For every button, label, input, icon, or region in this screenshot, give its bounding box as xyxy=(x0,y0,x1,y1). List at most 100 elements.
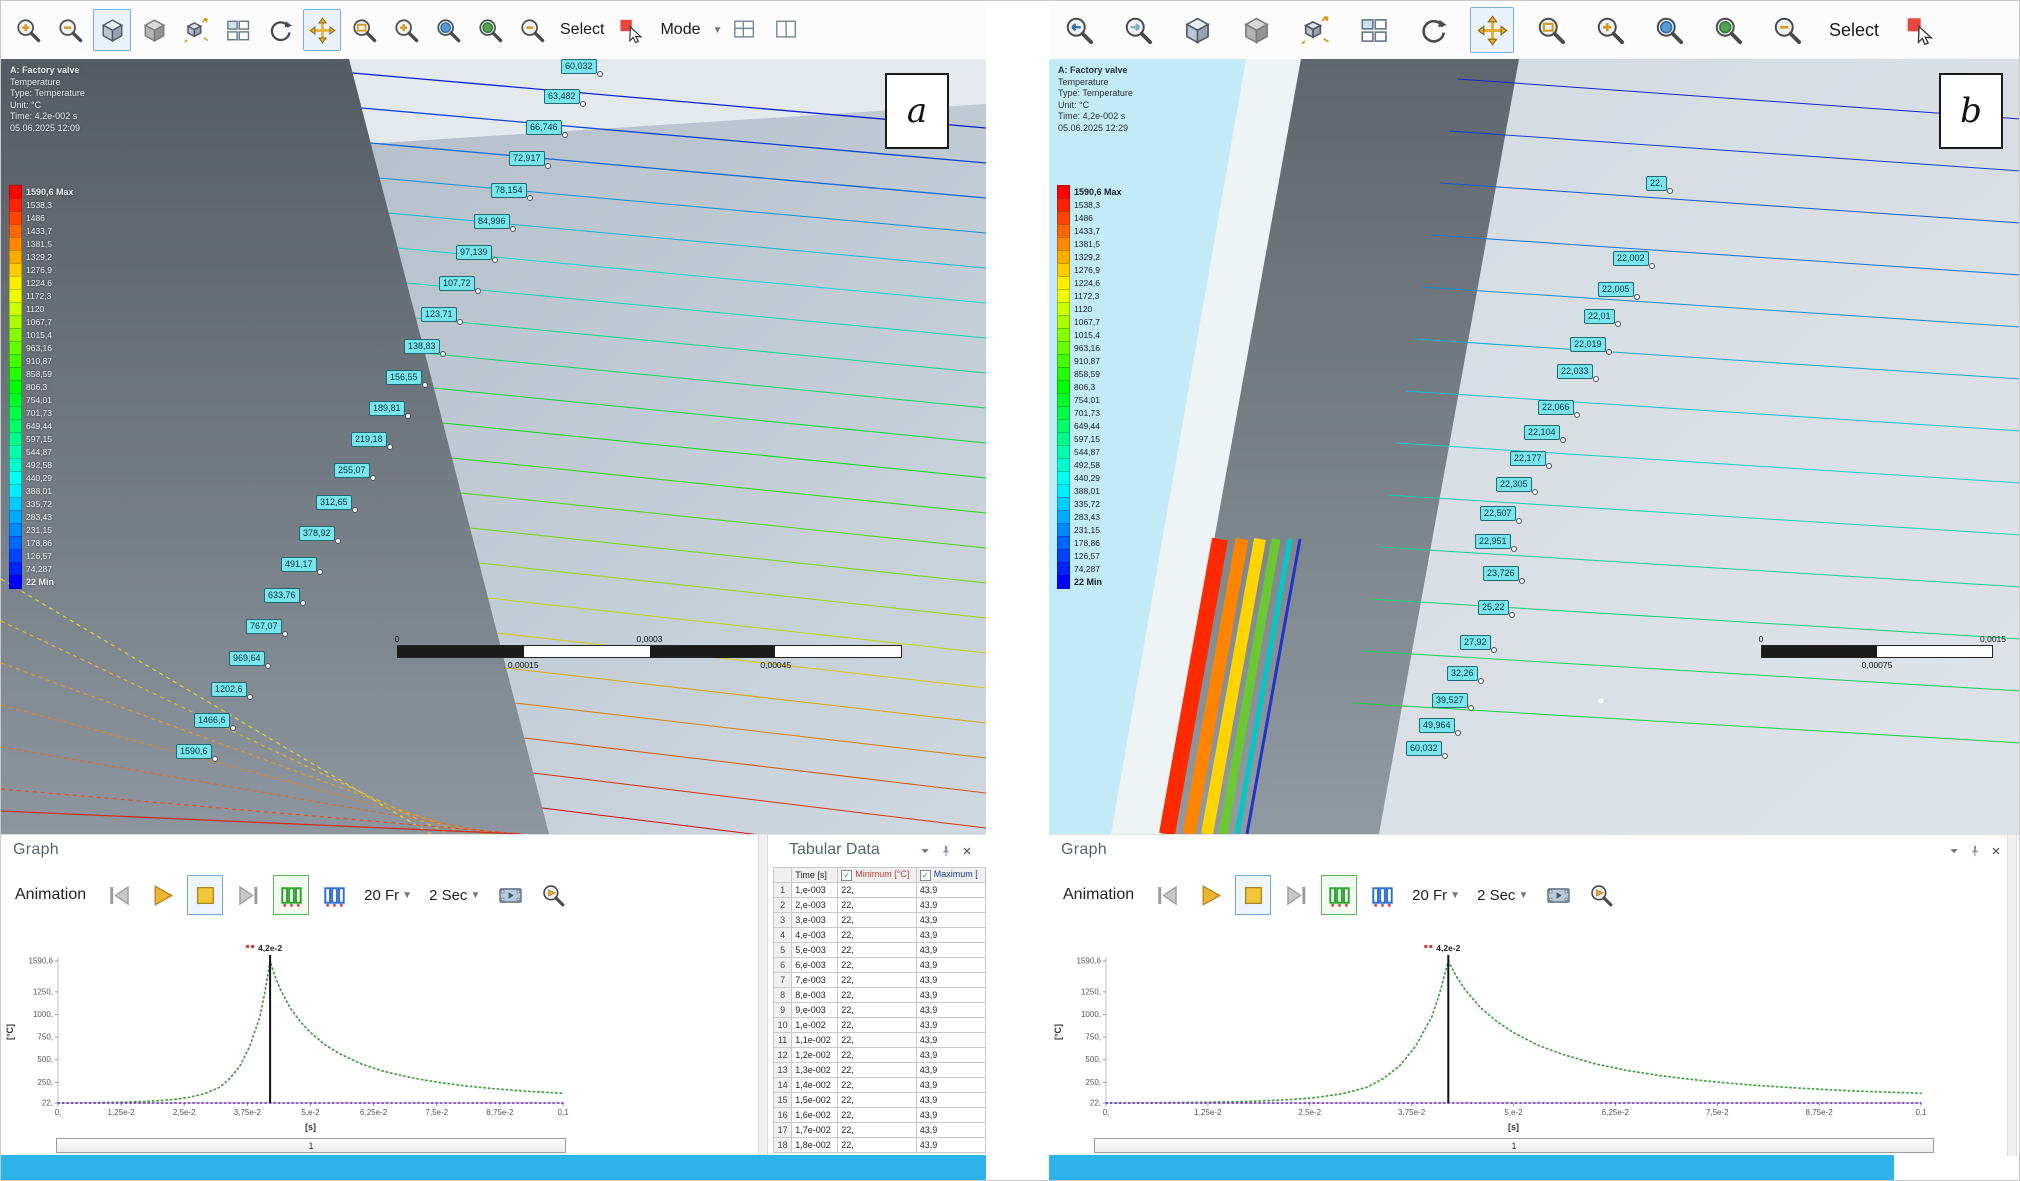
column-header[interactable]: Time [s] xyxy=(792,868,838,883)
table-row[interactable]: 121,2e-00222,43,9 xyxy=(774,1048,986,1063)
zoom-out-alt-icon[interactable] xyxy=(513,9,551,51)
table-row[interactable]: 111,1e-00222,43,9 xyxy=(774,1033,986,1048)
temperature-probe-label[interactable]: 84,996 xyxy=(474,214,510,229)
explode-view-icon[interactable] xyxy=(177,9,215,51)
temperature-probe-label[interactable]: 25,22 xyxy=(1478,600,1509,615)
temperature-probe-label[interactable]: 97,139 xyxy=(456,245,492,260)
temperature-probe-label[interactable]: 22,033 xyxy=(1557,364,1593,379)
temperature-probe-label[interactable]: 378,92 xyxy=(299,526,335,541)
temperature-probe-label[interactable]: 219,18 xyxy=(351,432,387,447)
viewports-grid-icon[interactable] xyxy=(219,9,257,51)
zoom-graph-icon[interactable] xyxy=(535,875,571,915)
zoom-undo-icon[interactable] xyxy=(1057,7,1101,53)
time-steps-icon[interactable] xyxy=(316,875,352,915)
iso-view-icon[interactable] xyxy=(1175,7,1219,53)
temperature-probe-label[interactable]: 22,951 xyxy=(1475,534,1511,549)
explode-view-icon[interactable] xyxy=(1293,7,1337,53)
close-icon[interactable] xyxy=(960,844,974,858)
zoom-out-alt-icon[interactable] xyxy=(1765,7,1809,53)
temperature-probe-label[interactable]: 123,71 xyxy=(421,307,457,322)
temperature-probe-label[interactable]: 72,917 xyxy=(509,151,545,166)
temperature-probe-label[interactable]: 66,746 xyxy=(526,120,562,135)
temperature-probe-label[interactable]: 23,726 xyxy=(1483,566,1519,581)
table-row[interactable]: 151,5e-00222,43,9 xyxy=(774,1093,986,1108)
export-video-icon[interactable] xyxy=(492,875,528,915)
temperature-probe-label[interactable]: 969,64 xyxy=(229,651,265,666)
pan-icon[interactable] xyxy=(1470,7,1514,53)
temperature-probe-label[interactable]: 491,17 xyxy=(281,557,317,572)
chevron-down-icon[interactable] xyxy=(918,844,932,858)
last-frame-icon[interactable] xyxy=(1278,875,1314,915)
table-row[interactable]: 44,e-00322,43,9 xyxy=(774,928,986,943)
stop-icon[interactable] xyxy=(187,875,223,915)
temperature-probe-label[interactable]: 22,177 xyxy=(1510,451,1546,466)
column-header[interactable]: ✓Minimum [°C] xyxy=(838,868,916,883)
3d-model-render-a[interactable] xyxy=(1,59,986,834)
column-checkbox[interactable]: ✓ xyxy=(920,870,931,881)
viewport-a[interactable]: A: Factory valveTemperatureType: Tempera… xyxy=(1,59,986,834)
table-row[interactable]: 131,3e-00222,43,9 xyxy=(774,1063,986,1078)
3d-model-render-b[interactable] xyxy=(1049,59,2020,834)
zoom-in-icon[interactable] xyxy=(9,9,47,51)
temperature-probe-label[interactable]: 138,83 xyxy=(404,339,440,354)
table-row[interactable]: 11,e-00322,43,9 xyxy=(774,883,986,898)
temperature-probe-label[interactable]: 22,066 xyxy=(1538,400,1574,415)
temperature-probe-label[interactable]: 60,032 xyxy=(561,59,597,74)
temperature-probe-label[interactable]: 27,92 xyxy=(1460,635,1491,650)
temperature-probe-label[interactable]: 189,81 xyxy=(369,401,405,416)
result-set-bar[interactable]: 1 xyxy=(56,1138,566,1153)
zoom-globe-icon[interactable] xyxy=(1706,7,1750,53)
column-header[interactable]: ✓Maximum [ xyxy=(916,868,985,883)
shaded-view-icon[interactable] xyxy=(135,9,173,51)
export-video-icon[interactable] xyxy=(1540,875,1576,915)
first-frame-icon[interactable] xyxy=(101,875,137,915)
zoom-in-alt-icon[interactable] xyxy=(387,9,425,51)
temperature-probe-label[interactable]: 633,76 xyxy=(264,588,300,603)
rotate-icon[interactable] xyxy=(261,9,299,51)
zoom-box-icon[interactable] xyxy=(1529,7,1573,53)
frames-dropdown[interactable]: 20 Fr▼ xyxy=(1412,887,1460,904)
stop-icon[interactable] xyxy=(1235,875,1271,915)
table-row[interactable]: 171,7e-00222,43,9 xyxy=(774,1123,986,1138)
frames-dropdown[interactable]: 20 Fr▼ xyxy=(364,887,412,904)
rotate-icon[interactable] xyxy=(1411,7,1455,53)
play-icon[interactable] xyxy=(1192,875,1228,915)
table-row[interactable]: 141,4e-00222,43,9 xyxy=(774,1078,986,1093)
pin-icon[interactable] xyxy=(1968,844,1982,858)
table-row[interactable]: 77,e-00322,43,9 xyxy=(774,973,986,988)
table-row[interactable]: 22,e-00322,43,9 xyxy=(774,898,986,913)
dropdown-caret-icon[interactable]: ▼ xyxy=(713,25,723,36)
pane-splitter[interactable] xyxy=(2007,835,2017,1156)
temperature-probe-label[interactable]: 49,964 xyxy=(1419,718,1455,733)
pan-icon[interactable] xyxy=(303,9,341,51)
temperature-probe-label[interactable]: 1590,6 xyxy=(176,744,212,759)
zoom-box-icon[interactable] xyxy=(345,9,383,51)
viewport-layout-icon[interactable] xyxy=(726,9,764,51)
result-sets-icon[interactable] xyxy=(1321,875,1357,915)
viewports-grid-icon[interactable] xyxy=(1352,7,1396,53)
select-label[interactable]: Select xyxy=(560,21,604,39)
temperature-probe-label[interactable]: 22,104 xyxy=(1524,425,1560,440)
temperature-probe-label[interactable]: 312,65 xyxy=(316,495,352,510)
close-icon[interactable] xyxy=(1989,844,2003,858)
duration-dropdown[interactable]: 2 Sec▼ xyxy=(1477,887,1528,904)
iso-view-icon[interactable] xyxy=(93,9,131,51)
temperature-probe-label[interactable]: 107,72 xyxy=(439,276,475,291)
zoom-globe-icon[interactable] xyxy=(471,9,509,51)
time-steps-icon[interactable] xyxy=(1364,875,1400,915)
temperature-probe-label[interactable]: 22,005 xyxy=(1598,282,1634,297)
result-sets-icon[interactable] xyxy=(273,875,309,915)
zoom-fit-icon[interactable] xyxy=(429,9,467,51)
temperature-probe-label[interactable]: 22,305 xyxy=(1496,477,1532,492)
temperature-probe-label[interactable]: 22,019 xyxy=(1570,337,1606,352)
pane-splitter[interactable] xyxy=(758,835,768,1156)
temperature-probe-label[interactable]: 22,002 xyxy=(1613,251,1649,266)
select-label[interactable]: Select xyxy=(1829,20,1879,41)
viewport-b[interactable]: A: Factory valveTemperatureType: Tempera… xyxy=(1049,59,2020,834)
duration-dropdown[interactable]: 2 Sec▼ xyxy=(429,887,480,904)
temperature-probe-label[interactable]: 22, xyxy=(1646,176,1667,191)
table-row[interactable]: 181,8e-00222,43,9 xyxy=(774,1138,986,1153)
table-row[interactable]: 55,e-00322,43,9 xyxy=(774,943,986,958)
zoom-fit-icon[interactable] xyxy=(1647,7,1691,53)
temperature-probe-label[interactable]: 63,482 xyxy=(544,89,580,104)
